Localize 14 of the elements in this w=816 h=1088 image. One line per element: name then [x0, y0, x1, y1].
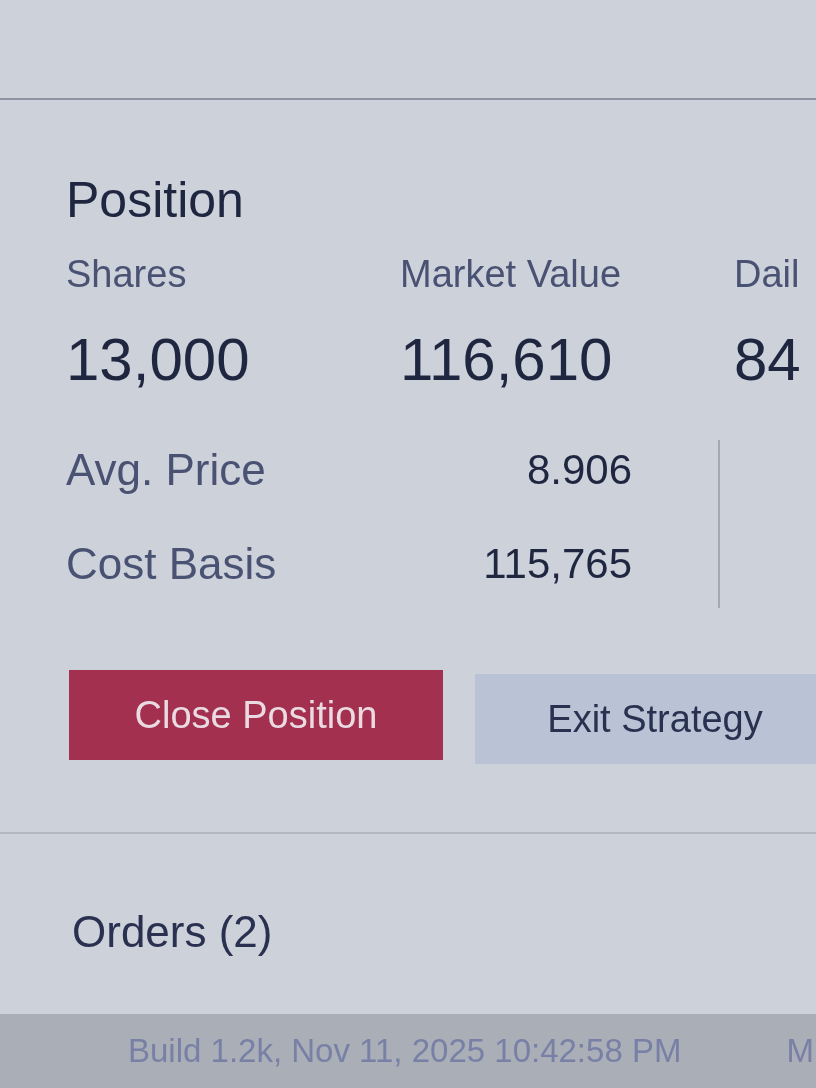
metric-label: Dail	[734, 255, 800, 293]
metric-value: 116,610	[400, 330, 613, 390]
metric-value: 13,000	[66, 330, 250, 390]
detail-value: 115,765	[483, 542, 632, 586]
detail-value: 8.906	[526, 448, 632, 492]
detail-label: Avg. Price	[66, 448, 266, 492]
close-position-button[interactable]: Close Position	[69, 670, 443, 760]
detail-label: Cost Basis	[66, 542, 277, 586]
metric-label: Shares	[66, 255, 187, 293]
orders-title: Orders (2)	[72, 910, 273, 954]
section-title: Position	[66, 171, 244, 230]
metric-label: Market Value	[400, 255, 622, 293]
exit-strategy-button[interactable]: Exit Strategy	[475, 674, 816, 764]
metric-value: 84	[734, 330, 801, 390]
